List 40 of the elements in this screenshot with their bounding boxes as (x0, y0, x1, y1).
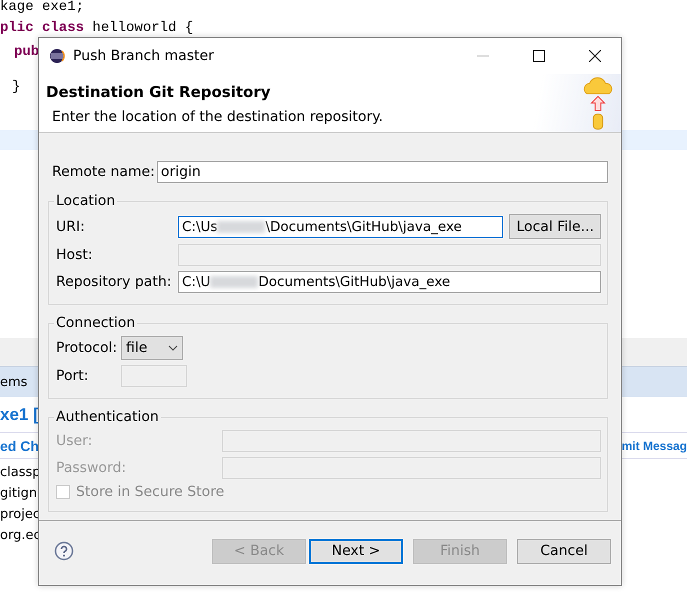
app-icon (49, 48, 65, 64)
wizard-button[interactable]: Next > (309, 538, 403, 564)
code-line: plic class helloworld { (0, 21, 194, 36)
field-label: Repository path: (56, 274, 172, 290)
port-field[interactable] (121, 365, 187, 387)
view-tab[interactable]: ems (0, 374, 28, 390)
code-line: kage exe1; (0, 0, 84, 15)
field-label: Host: (56, 247, 94, 263)
field-label: User: (56, 433, 94, 449)
uri-field[interactable]: C:\Us \Documents\GitHub\java_exe (178, 216, 504, 238)
repository-path-field[interactable]: C:\U Documents\GitHub\java_exe (178, 271, 601, 293)
checkbox-label: Store in Secure Store (76, 484, 224, 500)
code-line: } (12, 80, 20, 95)
page-description: Enter the location of the destination repository. (52, 109, 384, 125)
maximize-icon[interactable] (533, 50, 545, 62)
window-title: Push Branch master (73, 48, 214, 64)
protocol-dropdown[interactable]: file (121, 336, 183, 360)
help-icon[interactable] (54, 541, 74, 561)
remote-name-field[interactable]: origin (156, 161, 608, 183)
field-label: URI: (56, 218, 86, 234)
wizard-button[interactable]: Cancel (517, 538, 611, 564)
group-title: Location (55, 193, 116, 209)
column-header: ed Ch (0, 438, 39, 454)
project-title: xe1 [ (0, 404, 39, 424)
chevron-down-icon (168, 345, 178, 351)
user-field[interactable] (222, 430, 601, 452)
cloud-upload-icon (581, 75, 615, 131)
group-title: Authentication (55, 409, 160, 425)
field-label: Remote name: (52, 164, 155, 180)
field-label: Port: (56, 368, 90, 384)
field-label: Protocol: (56, 340, 118, 356)
code-line: pub (14, 45, 40, 60)
column-header: mit Messag (622, 438, 687, 452)
host-field[interactable] (178, 244, 601, 266)
password-field[interactable] (222, 457, 601, 479)
local-file-button[interactable]: Local File... (509, 214, 601, 239)
group-title: Connection (55, 315, 136, 331)
page-title: Destination Git Repository (46, 83, 272, 101)
field-label: Password: (56, 460, 128, 476)
close-icon[interactable] (589, 50, 601, 62)
